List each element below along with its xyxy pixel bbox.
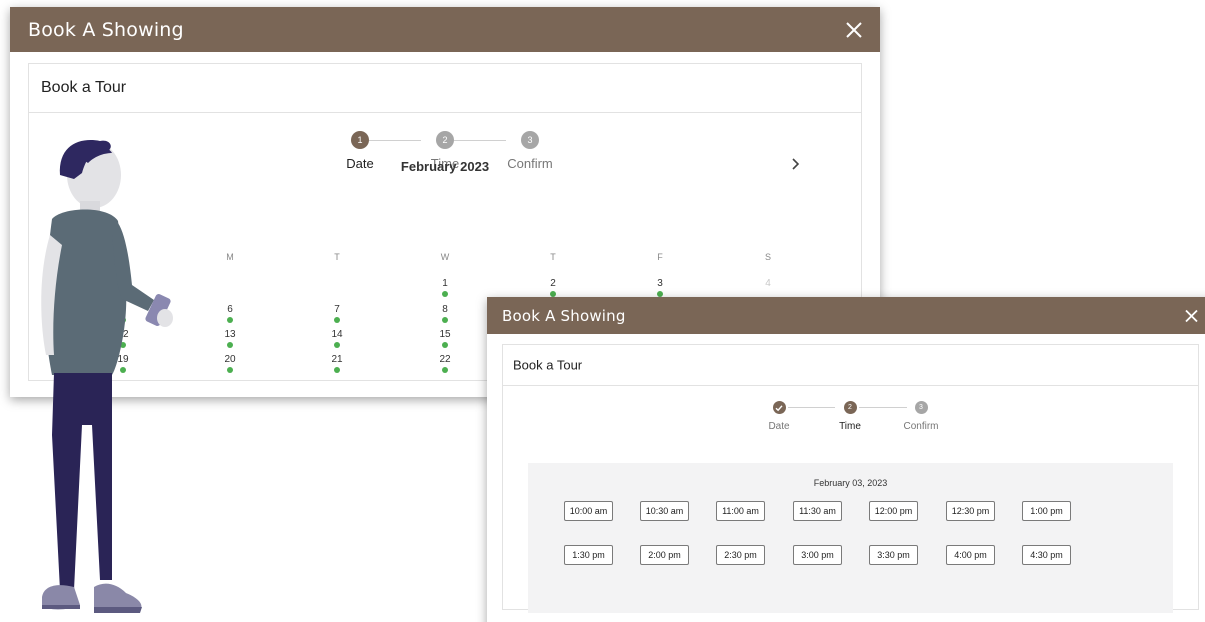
availability-dot — [227, 317, 233, 323]
card-title: Book a Tour — [513, 357, 583, 373]
step-label: Date — [768, 421, 790, 432]
time-slot-button[interactable]: 12:00 pm — [869, 501, 918, 521]
card-title: Book a Tour — [41, 79, 127, 96]
calendar-day[interactable]: 7 — [322, 304, 352, 323]
time-slot-button[interactable]: 11:00 am — [716, 501, 765, 521]
calendar-day[interactable]: 20 — [215, 354, 245, 373]
time-slot-button[interactable]: 1:00 pm — [1022, 501, 1071, 521]
weekday-header: F — [657, 252, 663, 262]
calendar-day[interactable]: 15 — [430, 329, 460, 348]
step-date[interactable]: Date — [749, 401, 809, 432]
time-slot-button[interactable]: 1:30 pm — [564, 545, 613, 565]
day-number: 7 — [334, 304, 340, 315]
calendar-day[interactable]: 3 — [645, 278, 675, 297]
modal-header: Book A Showing — [10, 7, 880, 52]
availability-dot — [334, 317, 340, 323]
time-slot-button[interactable]: 3:00 pm — [793, 545, 842, 565]
calendar-day-disabled: 4 — [753, 278, 783, 289]
weekday-header: T — [334, 252, 340, 262]
person-pants — [52, 373, 112, 590]
availability-dot — [227, 342, 233, 348]
availability-dot — [442, 291, 448, 297]
time-slot-button[interactable]: 11:30 am — [793, 501, 842, 521]
stage: Book A Showing Book a Tour 1 Date 2 Time — [0, 0, 1205, 622]
step-number: 1 — [351, 131, 369, 149]
step-number: 3 — [521, 131, 539, 149]
close-icon[interactable] — [845, 21, 863, 39]
time-slot-button[interactable]: 2:00 pm — [640, 545, 689, 565]
selected-date: February 03, 2023 — [813, 478, 888, 488]
calendar-day[interactable]: 22 — [430, 354, 460, 373]
card-header: Book a Tour — [29, 64, 861, 113]
day-number: 8 — [442, 304, 448, 315]
day-number: 21 — [331, 354, 343, 365]
step-label: Confirm — [903, 421, 939, 432]
step-number: 3 — [914, 401, 928, 414]
time-slot-button[interactable]: 12:30 pm — [946, 501, 995, 521]
calendar-day[interactable]: 1 — [430, 278, 460, 297]
availability-dot — [442, 317, 448, 323]
step-time[interactable]: 2 Time — [820, 401, 880, 432]
card-header: Book a Tour — [503, 345, 1198, 386]
day-number: 15 — [439, 329, 451, 340]
time-slot-button[interactable]: 10:00 am — [564, 501, 613, 521]
time-slot-button[interactable]: 4:00 pm — [946, 545, 995, 565]
close-icon[interactable] — [1184, 308, 1199, 323]
availability-dot — [334, 367, 340, 373]
calendar-day[interactable]: 14 — [322, 329, 352, 348]
time-slot-panel: February 03, 2023 10:00 am 10:30 am 11:0… — [528, 463, 1173, 613]
calendar-day[interactable]: 21 — [322, 354, 352, 373]
availability-dot — [442, 342, 448, 348]
calendar-day[interactable]: 2 — [538, 278, 568, 297]
calendar-month: February 2023 — [400, 159, 490, 174]
day-number: 13 — [224, 329, 236, 340]
calendar-day[interactable]: 8 — [430, 304, 460, 323]
check-icon — [772, 401, 786, 414]
day-number: 20 — [224, 354, 236, 365]
booking-modal-time: Book A Showing Book a Tour Date 2 Time 3… — [487, 297, 1205, 622]
calendar-day[interactable]: 6 — [215, 304, 245, 323]
time-slot-button[interactable]: 10:30 am — [640, 501, 689, 521]
availability-dot — [227, 367, 233, 373]
day-number: 3 — [657, 278, 663, 289]
step-number: 2 — [436, 131, 454, 149]
day-number: 2 — [550, 278, 556, 289]
availability-dot — [442, 367, 448, 373]
step-label: Time — [839, 421, 861, 432]
availability-dot — [334, 342, 340, 348]
person-hand — [157, 309, 173, 327]
step-number: 2 — [843, 401, 857, 414]
day-number: 4 — [765, 278, 771, 289]
step-confirm[interactable]: 3 Confirm — [891, 401, 951, 432]
calendar-day[interactable]: 13 — [215, 329, 245, 348]
person-illustration — [41, 140, 173, 613]
weekday-header: S — [764, 252, 771, 262]
stepper: Date 2 Time 3 Confirm — [749, 401, 949, 436]
day-number: 6 — [227, 304, 233, 315]
modal-title: Book A Showing — [502, 306, 626, 325]
day-number: 1 — [442, 278, 448, 289]
modal-title: Book A Showing — [28, 18, 184, 41]
modal-header: Book A Showing — [487, 297, 1205, 334]
weekday-header: T — [550, 252, 556, 262]
day-number: 22 — [439, 354, 451, 365]
weekday-header: M — [226, 252, 234, 262]
chevron-right-icon[interactable] — [790, 157, 800, 173]
time-slot-button[interactable]: 3:30 pm — [869, 545, 918, 565]
weekday-header: W — [440, 252, 450, 262]
time-slot-button[interactable]: 2:30 pm — [716, 545, 765, 565]
person-shoe — [94, 583, 142, 611]
time-slot-button[interactable]: 4:30 pm — [1022, 545, 1071, 565]
day-number: 14 — [331, 329, 343, 340]
